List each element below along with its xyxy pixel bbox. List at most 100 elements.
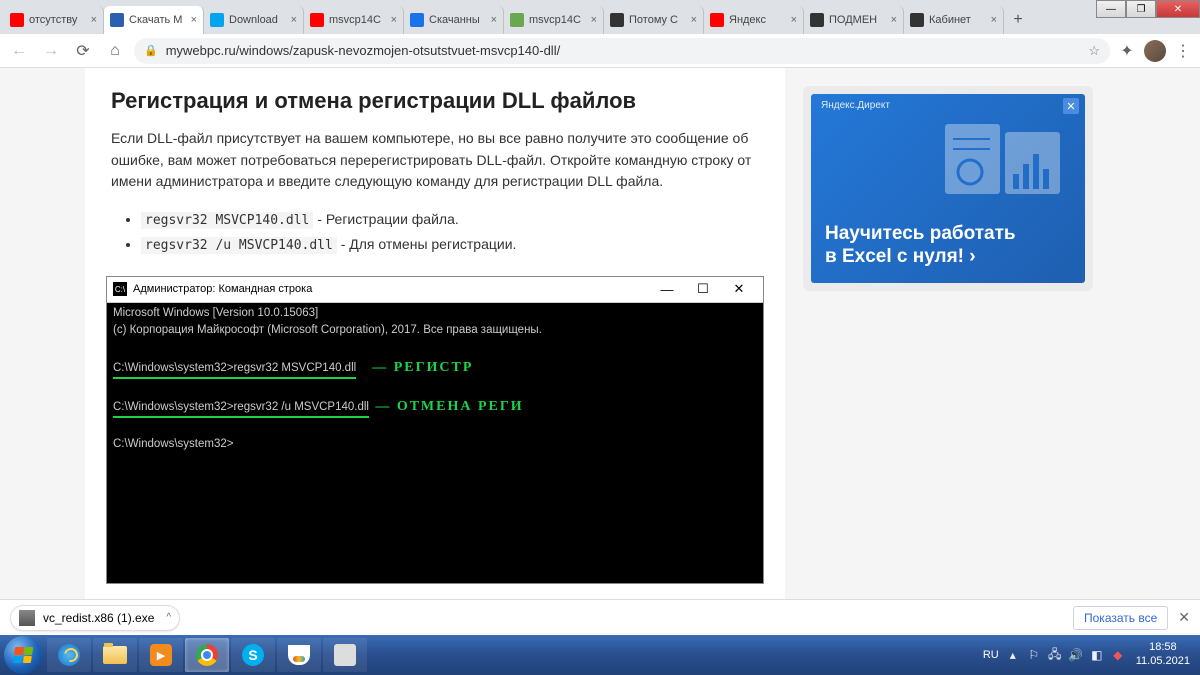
browser-tab[interactable]: Потому C × (604, 6, 704, 34)
tab-close-button[interactable]: × (91, 14, 97, 26)
start-button[interactable] (4, 636, 42, 674)
tray-network-icon[interactable]: 🖧 (1047, 647, 1063, 663)
cmd-title: Администратор: Командная строка (133, 283, 649, 295)
tab-favicon (610, 13, 624, 27)
browser-tab[interactable]: Скачанны× (404, 6, 504, 34)
taskbar-chrome[interactable] (185, 638, 229, 672)
browser-tab[interactable]: Скачать M × (104, 6, 204, 34)
windows-logo-icon (13, 647, 33, 663)
browser-tab[interactable]: Яндекс × (704, 6, 804, 34)
cmd-output: Microsoft Windows [Version 10.0.15063] (113, 305, 757, 322)
address-bar[interactable]: 🔒 mywebpc.ru/windows/zapusk-nevozmojen-o… (134, 38, 1110, 64)
ad-banner[interactable]: Яндекс.Директ ✕ Научитесь работатьв Exce… (811, 94, 1085, 283)
tab-close-button[interactable]: × (891, 14, 897, 26)
tab-close-button[interactable]: × (591, 14, 597, 26)
cmd-output (113, 379, 757, 396)
system-tray: RU ▴ ⚐ 🖧 🔊 ◧ ◆ 18:5811.05.2021 (983, 641, 1196, 669)
taskbar-paint[interactable] (277, 638, 321, 672)
tab-title: Яндекс (729, 14, 787, 26)
tab-close-button[interactable]: × (991, 14, 997, 26)
paint-icon (288, 645, 310, 665)
tray-app-icon[interactable]: ◆ (1110, 647, 1126, 663)
tab-favicon (110, 13, 124, 27)
tab-title: Потому C (629, 14, 687, 26)
tray-volume-icon[interactable]: 🔊 (1068, 647, 1084, 663)
tab-favicon (810, 13, 824, 27)
tab-close-button[interactable]: × (291, 14, 297, 26)
os-minimize-button[interactable]: — (1096, 0, 1126, 18)
article-heading: Регистрация и отмена регистрации DLL фай… (111, 88, 759, 114)
taskbar-app[interactable] (323, 638, 367, 672)
browser-toolbar: ← → ⟳ ⌂ 🔒 mywebpc.ru/windows/zapusk-nevo… (0, 34, 1200, 68)
cmd-output: C:\Windows\system32> (113, 436, 757, 453)
cmd-output: C:\Windows\system32>regsvr32 /u MSVCP140… (113, 396, 757, 418)
browser-tab[interactable]: Download× (204, 6, 304, 34)
skype-icon: S (242, 644, 264, 666)
code-inline: regsvr32 MSVCP140.dll (141, 212, 313, 229)
taskbar-ie[interactable] (47, 638, 91, 672)
tab-favicon (210, 13, 224, 27)
os-close-button[interactable]: ✕ (1156, 0, 1200, 18)
language-indicator[interactable]: RU (983, 649, 999, 661)
ad-label: Яндекс.Директ (821, 100, 890, 111)
tab-title: Скачать M (129, 14, 187, 26)
folder-icon (103, 646, 127, 664)
browser-tab[interactable]: ПОДМЕН × (804, 6, 904, 34)
tab-favicon (310, 13, 324, 27)
lock-icon: 🔒 (144, 44, 158, 57)
tray-app-icon[interactable]: ◧ (1089, 647, 1105, 663)
tab-close-button[interactable]: × (191, 14, 197, 26)
taskbar-skype[interactable]: S (231, 638, 275, 672)
tray-flag-icon[interactable]: ⚐ (1026, 647, 1042, 663)
download-filename: vc_redist.x86 (1).exe (43, 611, 154, 625)
windows-taskbar: ▶ S RU ▴ ⚐ 🖧 🔊 ◧ ◆ 18:5811.05.2021 (0, 635, 1200, 675)
browser-tab[interactable]: Кабинет× (904, 6, 1004, 34)
download-item[interactable]: vc_redist.x86 (1).exe ^ (10, 605, 180, 631)
taskbar-clock[interactable]: 18:5811.05.2021 (1136, 641, 1190, 669)
forward-button[interactable]: → (38, 38, 64, 64)
extensions-button[interactable]: ✦ (1116, 40, 1138, 62)
browser-tabbar: отсутству×Скачать M×Download×msvcp14C×Ск… (0, 0, 1200, 34)
tray-chevron-icon[interactable]: ▴ (1005, 647, 1021, 663)
taskbar-wmp[interactable]: ▶ (139, 638, 183, 672)
back-button[interactable]: ← (6, 38, 32, 64)
downloads-bar: vc_redist.x86 (1).exe ^ Показать все ✕ (0, 599, 1200, 635)
menu-button[interactable]: ⋮ (1172, 40, 1194, 62)
star-icon[interactable]: ☆ (1088, 43, 1100, 59)
page-content: Регистрация и отмена регистрации DLL фай… (0, 68, 1200, 603)
browser-tab[interactable]: msvcp14C × (504, 6, 604, 34)
cmd-icon: C:\ (113, 282, 127, 296)
close-downloads-bar-button[interactable]: ✕ (1178, 609, 1190, 626)
list-item: regsvr32 MSVCP140.dll - Регистрации файл… (141, 207, 759, 232)
tab-title: ПОДМЕН (829, 14, 887, 26)
tab-close-button[interactable]: × (391, 14, 397, 26)
show-all-downloads-button[interactable]: Показать все (1073, 606, 1168, 630)
tab-close-button[interactable]: × (791, 14, 797, 26)
tab-favicon (10, 13, 24, 27)
tab-favicon (510, 13, 524, 27)
cmd-output: (c) Корпорация Майкрософт (Microsoft Cor… (113, 322, 757, 339)
profile-avatar[interactable] (1144, 40, 1166, 62)
home-button[interactable]: ⌂ (102, 38, 128, 64)
tab-close-button[interactable]: × (491, 14, 497, 26)
reload-button[interactable]: ⟳ (70, 38, 96, 64)
ad-close-button[interactable]: ✕ (1063, 98, 1079, 114)
url-text: mywebpc.ru/windows/zapusk-nevozmojen-ots… (166, 43, 1089, 58)
chevron-up-icon: ^ (166, 612, 171, 623)
chrome-icon (196, 644, 218, 666)
sidebar: Яндекс.Директ ✕ Научитесь работатьв Exce… (785, 68, 1200, 603)
cmd-close: ✕ (721, 281, 757, 297)
tab-favicon (710, 13, 724, 27)
os-maximize-button[interactable]: ❐ (1126, 0, 1156, 18)
taskbar-explorer[interactable] (93, 638, 137, 672)
cmd-minimize: — (649, 282, 685, 297)
ad-headline: Научитесь работатьв Excel с нуля! › (825, 222, 1016, 270)
tab-title: msvcp14C (529, 14, 587, 26)
tab-close-button[interactable]: × (691, 14, 697, 26)
tab-title: msvcp14C (329, 14, 387, 26)
article: Регистрация и отмена регистрации DLL фай… (85, 68, 785, 603)
cmd-output (113, 418, 757, 435)
new-tab-button[interactable]: + (1004, 6, 1032, 34)
browser-tab[interactable]: отсутству× (4, 6, 104, 34)
browser-tab[interactable]: msvcp14C × (304, 6, 404, 34)
